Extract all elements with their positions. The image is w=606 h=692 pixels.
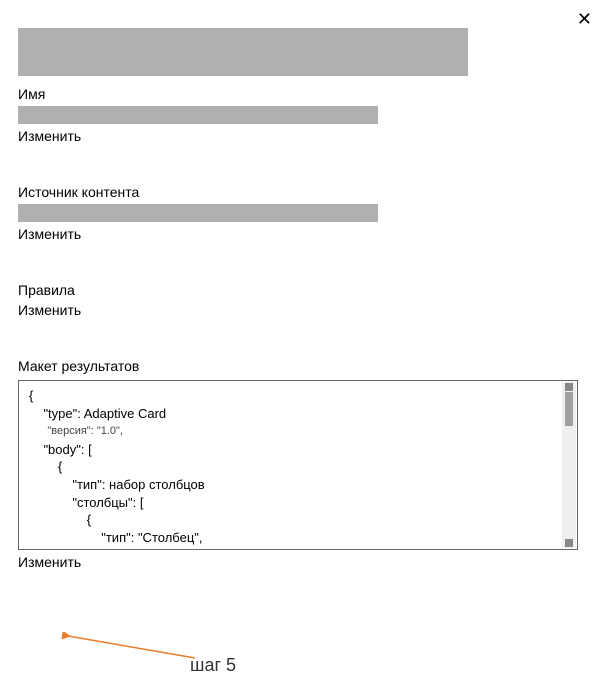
results-layout-edit-link[interactable]: Изменить: [18, 554, 588, 570]
scrollbar-thumb[interactable]: [565, 392, 573, 426]
close-icon[interactable]: ✕: [577, 10, 592, 28]
rules-edit-link[interactable]: Изменить: [18, 302, 588, 318]
name-field-placeholder: [18, 106, 378, 124]
scroll-up-arrow-icon[interactable]: [565, 383, 573, 391]
json-line: "столбцы": [: [29, 494, 567, 512]
json-line: {: [29, 387, 567, 405]
title-placeholder-block: [18, 28, 468, 76]
rules-label: Правила: [18, 282, 588, 298]
json-line: "тип": набор столбцов: [29, 476, 567, 494]
name-label: Имя: [18, 86, 588, 102]
json-line: "type": Adaptive Card: [29, 405, 567, 423]
name-edit-link[interactable]: Изменить: [18, 128, 588, 144]
step-annotation-label: шаг 5: [190, 655, 236, 676]
content-source-label: Источник контента: [18, 184, 588, 200]
scroll-down-arrow-icon[interactable]: [565, 539, 573, 547]
json-line: "тип": "Столбец",: [29, 529, 567, 547]
results-layout-textarea[interactable]: { "type": Adaptive Card "версия": "1.0",…: [18, 380, 578, 550]
annotation-arrow-icon: [60, 632, 200, 662]
json-line: "body": [: [29, 441, 567, 459]
json-line: {: [29, 458, 567, 476]
content-source-edit-link[interactable]: Изменить: [18, 226, 588, 242]
json-line: {: [29, 511, 567, 529]
json-line: "версия": "1.0",: [29, 424, 567, 439]
content-source-field-placeholder: [18, 204, 378, 222]
scrollbar-track[interactable]: [562, 382, 576, 548]
results-layout-label: Макет результатов: [18, 358, 588, 374]
